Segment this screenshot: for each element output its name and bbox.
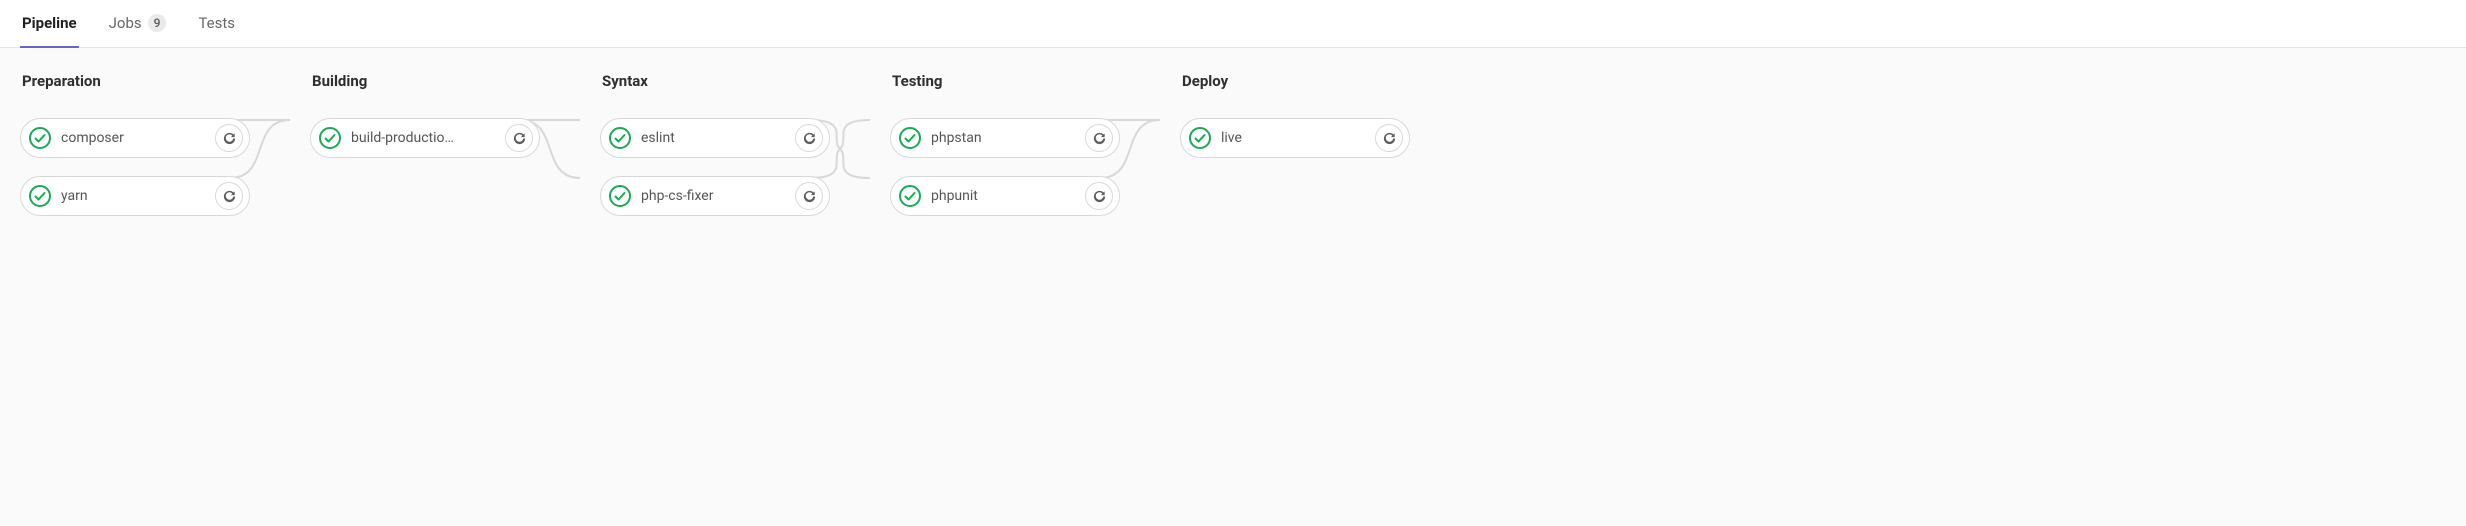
stage-jobs: live	[1180, 118, 1410, 158]
stage-preparation: Preparation composer yarn	[20, 68, 250, 216]
job-phpstan[interactable]: phpstan	[890, 118, 1120, 158]
stage-title: Preparation	[20, 68, 250, 118]
status-success-icon	[899, 185, 921, 207]
job-label: phpstan	[931, 130, 1085, 146]
job-retry-button[interactable]	[1375, 124, 1403, 152]
job-retry-button[interactable]	[1085, 182, 1113, 210]
job-php-cs-fixer[interactable]: php-cs-fixer	[600, 176, 830, 216]
stage-title: Deploy	[1180, 68, 1410, 118]
tab-tests[interactable]: Tests	[196, 0, 237, 48]
retry-icon	[222, 189, 237, 204]
tab-jobs[interactable]: Jobs 9	[107, 0, 169, 48]
retry-icon	[1092, 131, 1107, 146]
retry-icon	[512, 131, 527, 146]
stages-row: Preparation composer yarn	[20, 68, 2446, 216]
job-label: build-productio…	[351, 130, 505, 146]
status-success-icon	[609, 127, 631, 149]
stage-title: Syntax	[600, 68, 830, 118]
job-label: composer	[61, 130, 215, 146]
stage-title: Building	[310, 68, 540, 118]
retry-icon	[222, 131, 237, 146]
stage-testing: Testing phpstan phpunit	[890, 68, 1120, 216]
stage-title: Testing	[890, 68, 1120, 118]
status-success-icon	[319, 127, 341, 149]
retry-icon	[1382, 131, 1397, 146]
tab-label: Tests	[198, 14, 235, 32]
stage-jobs: composer yarn	[20, 118, 250, 216]
stage-building: Building build-productio…	[310, 68, 540, 158]
job-live[interactable]: live	[1180, 118, 1410, 158]
stage-jobs: phpstan phpunit	[890, 118, 1120, 216]
job-retry-button[interactable]	[795, 182, 823, 210]
job-phpunit[interactable]: phpunit	[890, 176, 1120, 216]
tab-pipeline[interactable]: Pipeline	[20, 0, 79, 48]
status-success-icon	[1189, 127, 1211, 149]
retry-icon	[1092, 189, 1107, 204]
job-yarn[interactable]: yarn	[20, 176, 250, 216]
job-composer[interactable]: composer	[20, 118, 250, 158]
stage-jobs: build-productio…	[310, 118, 540, 158]
job-label: yarn	[61, 188, 215, 204]
job-build-production[interactable]: build-productio…	[310, 118, 540, 158]
job-retry-button[interactable]	[215, 124, 243, 152]
job-label: eslint	[641, 130, 795, 146]
pipeline-graph: Preparation composer yarn	[0, 48, 2466, 236]
job-label: live	[1221, 130, 1375, 146]
job-retry-button[interactable]	[215, 182, 243, 210]
status-success-icon	[29, 185, 51, 207]
retry-icon	[802, 189, 817, 204]
job-retry-button[interactable]	[505, 124, 533, 152]
stage-deploy: Deploy live	[1180, 68, 1410, 158]
tab-badge: 9	[148, 14, 167, 32]
job-label: phpunit	[931, 188, 1085, 204]
tabs-bar: Pipeline Jobs 9 Tests	[0, 0, 2466, 48]
status-success-icon	[29, 127, 51, 149]
tab-label: Jobs	[109, 14, 142, 32]
status-success-icon	[899, 127, 921, 149]
retry-icon	[802, 131, 817, 146]
stage-syntax: Syntax eslint php-cs-fixer	[600, 68, 830, 216]
job-label: php-cs-fixer	[641, 188, 795, 204]
job-retry-button[interactable]	[795, 124, 823, 152]
job-retry-button[interactable]	[1085, 124, 1113, 152]
job-eslint[interactable]: eslint	[600, 118, 830, 158]
stage-jobs: eslint php-cs-fixer	[600, 118, 830, 216]
tab-label: Pipeline	[22, 14, 77, 32]
status-success-icon	[609, 185, 631, 207]
